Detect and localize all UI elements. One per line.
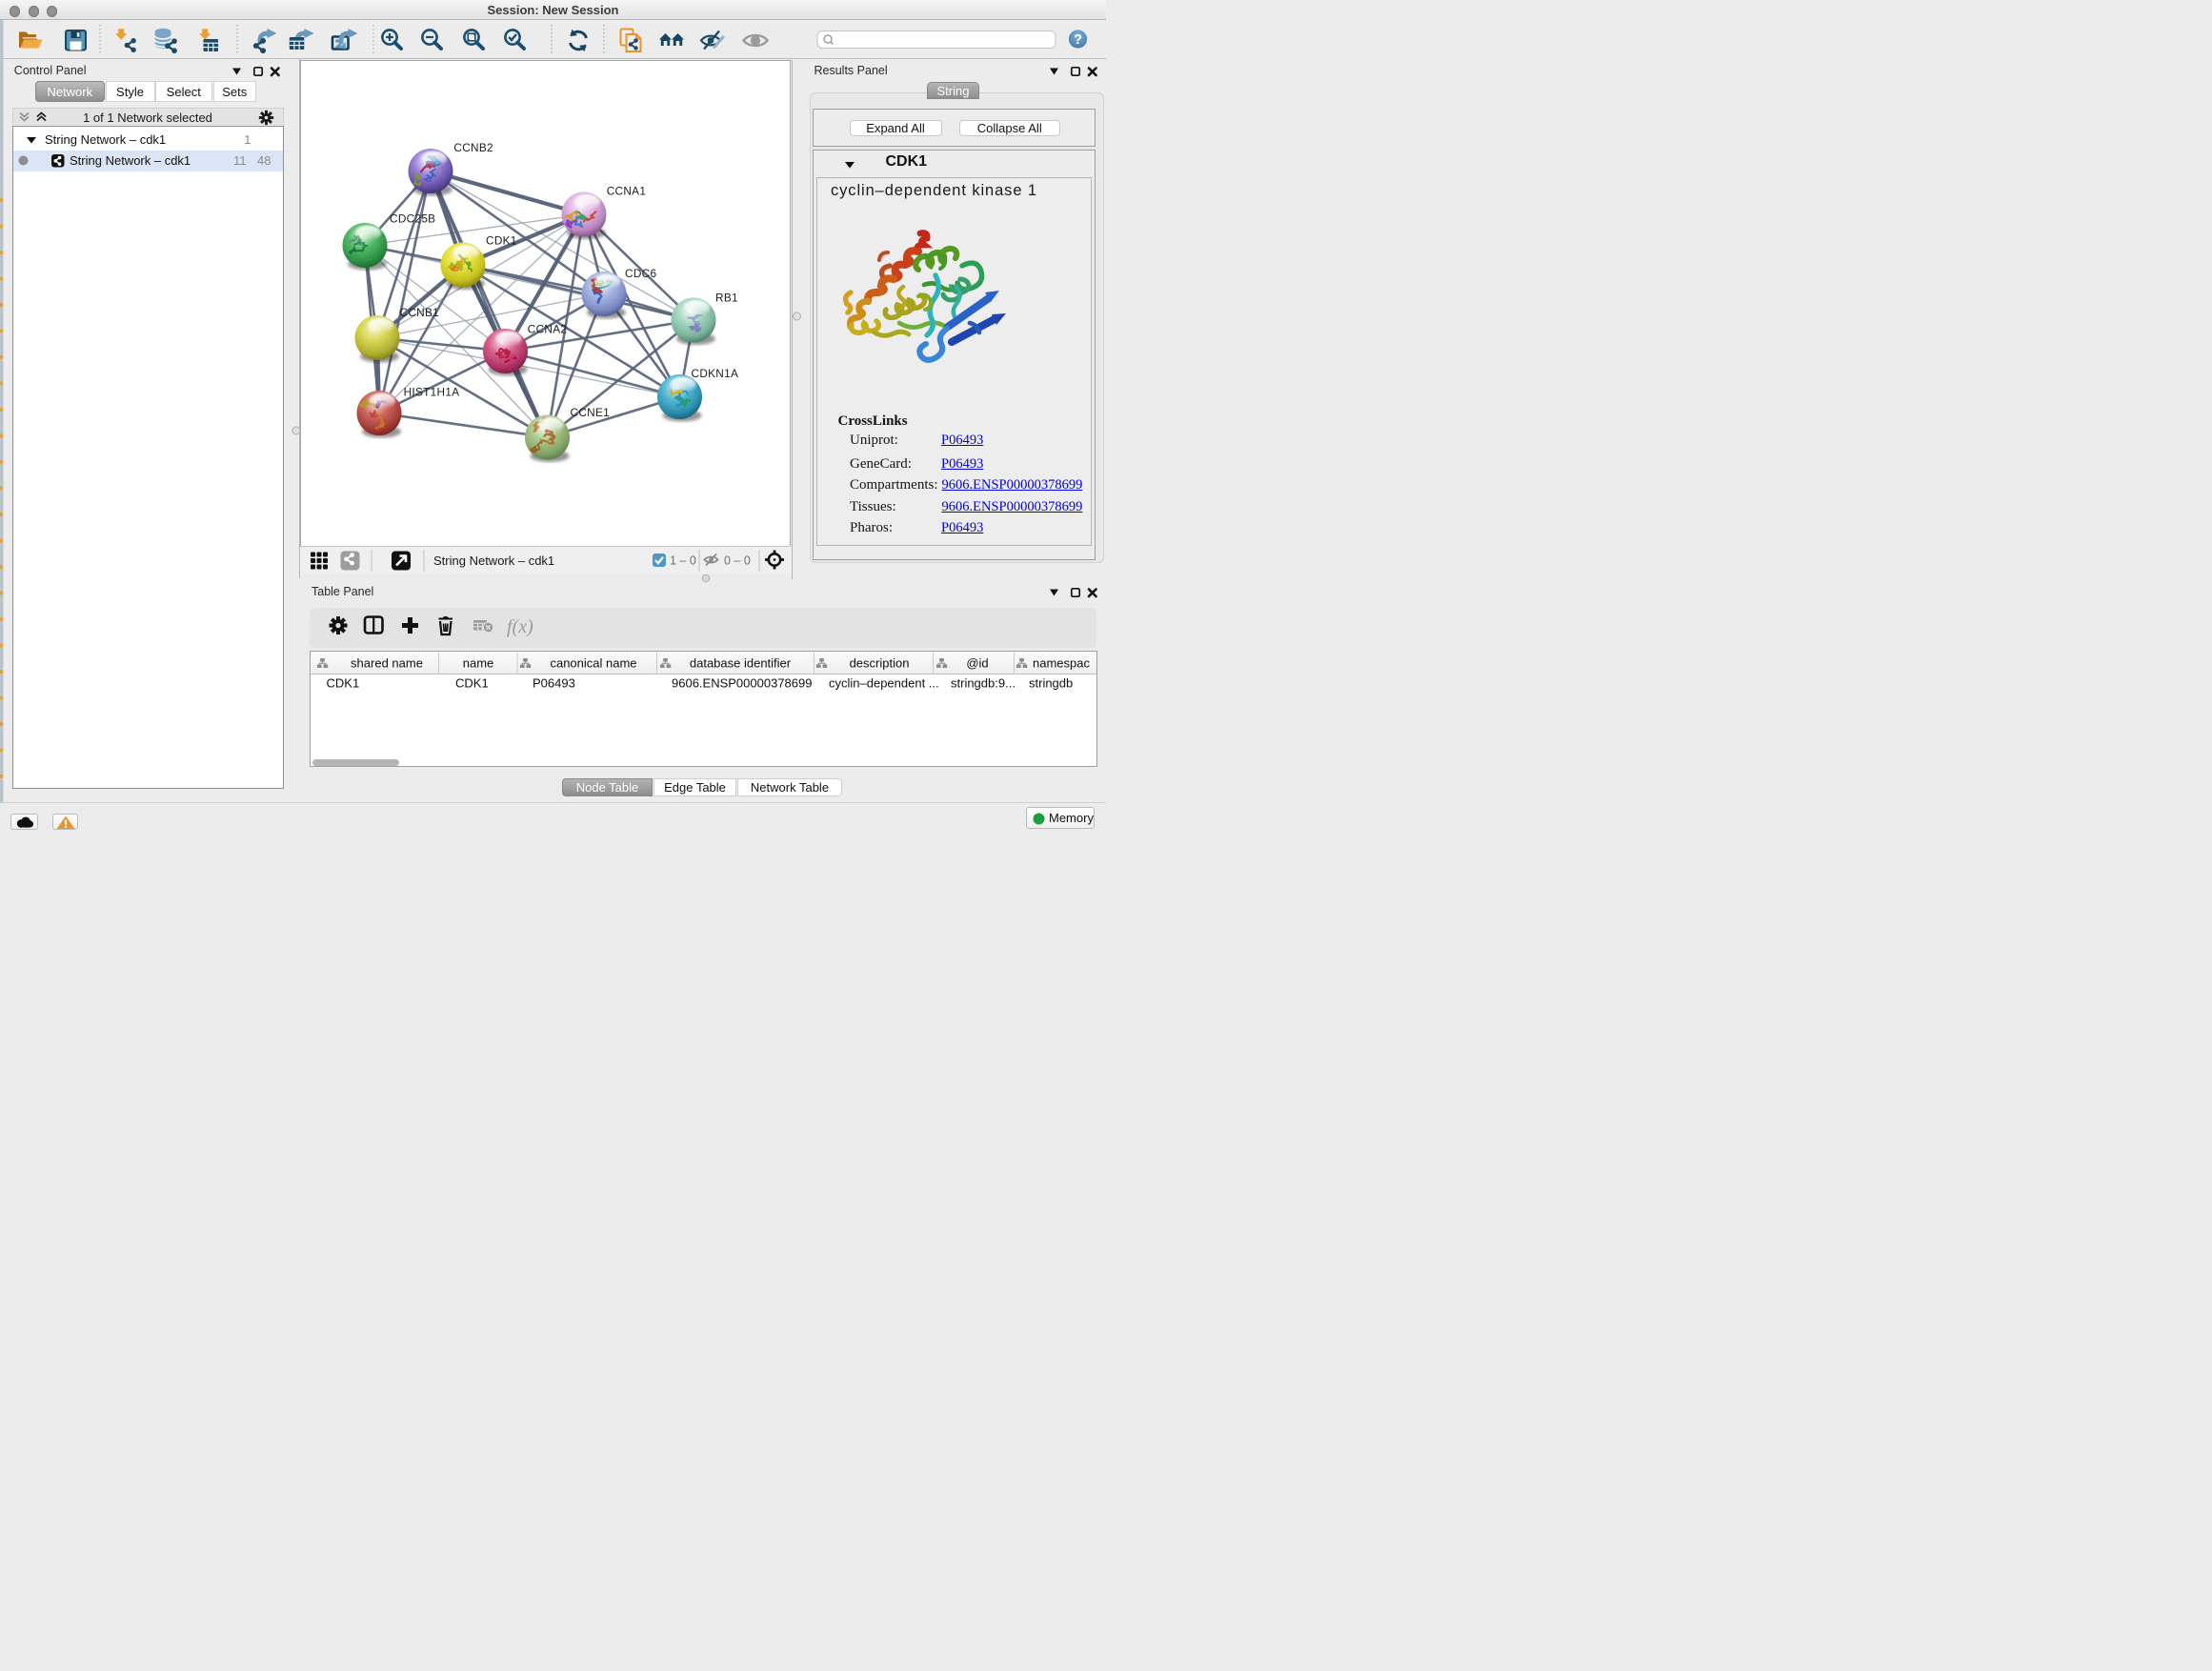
svg-text:0 – 0: 0 – 0 [724,554,751,568]
svg-text:?: ? [1074,32,1082,48]
svg-text:String Network – cdk1: String Network – cdk1 [433,554,554,568]
svg-text:CCNB1: CCNB1 [399,306,439,319]
svg-text:CDK1: CDK1 [455,675,489,690]
svg-text:CCNE1: CCNE1 [570,405,610,418]
svg-text:@id: @id [966,655,988,670]
svg-text:RB1: RB1 [715,291,738,304]
svg-text:CCNB2: CCNB2 [453,141,493,154]
svg-text:shared name: shared name [351,655,423,670]
svg-text:HIST1H1A: HIST1H1A [403,385,459,398]
svg-text:stringdb: stringdb [1029,675,1073,690]
svg-text:CCNA1: CCNA1 [606,184,646,197]
svg-text:CDK1: CDK1 [326,675,359,690]
svg-text:canonical name: canonical name [550,655,636,670]
svg-text:database identifier: database identifier [689,655,791,670]
svg-text:9606.ENSP00000378699: 9606.ENSP00000378699 [672,675,812,690]
svg-text:stringdb:9...: stringdb:9... [951,675,1016,690]
svg-text:cyclin–dependent ...: cyclin–dependent ... [829,675,939,690]
svg-text:name: name [462,655,493,670]
svg-text:CDC6: CDC6 [625,267,656,280]
svg-text:CDK1: CDK1 [486,233,517,247]
svg-text:f(x): f(x) [507,616,533,637]
svg-text:namespac: namespac [1033,655,1090,670]
svg-text:CDC25B: CDC25B [390,211,435,225]
svg-text:CCNA2: CCNA2 [527,322,567,335]
svg-text:1 – 0: 1 – 0 [670,554,696,568]
svg-text:CDKN1A: CDKN1A [691,367,738,380]
svg-text:P06493: P06493 [533,675,575,690]
svg-text:description: description [849,655,909,670]
